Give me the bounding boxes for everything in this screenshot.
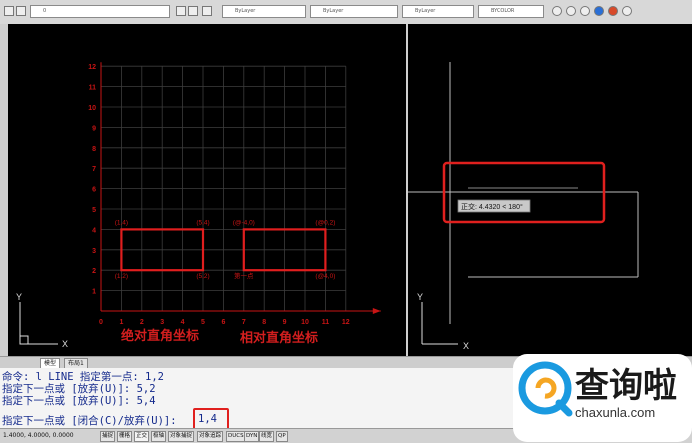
lineweight-value: ByLayer [415, 8, 436, 14]
x-tick-label: 7 [242, 319, 246, 326]
x-tick-label: 5 [201, 319, 205, 326]
coordinate-readout: 1.4000, 4.0000, 0.0000 [3, 432, 74, 439]
grid-toggle[interactable]: 栅格 [117, 431, 133, 442]
zoom-previous-icon[interactable] [580, 6, 590, 16]
lineweight-toggle[interactable]: 线宽 [259, 431, 275, 442]
plotstyle-dropdown[interactable]: BYCOLOR [478, 5, 544, 18]
y-tick-label: 11 [89, 85, 97, 92]
osnap-toggle[interactable]: 对象捕捉 [168, 431, 195, 442]
point-label: (1,4) [115, 219, 128, 226]
ucs-right-x-label: X [463, 341, 469, 351]
ortho-tracking-drawing: 正交: 4.4320 < 180° Y X [408, 62, 639, 351]
y-tick-label: 6 [92, 187, 96, 194]
x-tick-label: 3 [160, 319, 164, 326]
zoom-realtime-icon[interactable] [552, 6, 562, 16]
x-tick-label: 12 [342, 319, 350, 326]
plotstyle-value: BYCOLOR [491, 8, 515, 14]
command-prompt: 指定下一点或 [闭合(C)/放弃(U)]: [2, 415, 177, 427]
grid-lines [101, 65, 347, 311]
ducs-toggle[interactable]: DUCS [226, 431, 246, 442]
materials-icon[interactable] [608, 6, 618, 16]
y-tick-label: 8 [92, 146, 96, 153]
layer-value: 0 [43, 8, 47, 14]
ucs-icon-left: Y X [16, 292, 68, 349]
y-tick-label: 12 [88, 64, 96, 71]
y-tick-label: 1 [92, 289, 96, 296]
watermark-logo: 查询啦 chaxunla.com [513, 354, 692, 442]
watermark-title: 查询啦 [575, 367, 677, 405]
x-tick-label: 2 [140, 319, 144, 326]
absolute-caption: 绝对直角坐标 [121, 328, 199, 343]
x-tick-label: 4 [181, 319, 185, 326]
y-tick-label: 2 [92, 268, 96, 275]
point-label: (@-4,0) [233, 219, 255, 226]
y-tick-label: 10 [88, 105, 96, 112]
x-tick-label: 1 [119, 319, 123, 326]
x-tick-label: 10 [301, 319, 309, 326]
y-tick-label: 3 [92, 248, 96, 255]
ortho-toggle[interactable]: 正交 [134, 431, 150, 442]
y-tick-label: 7 [92, 166, 96, 173]
qp-toggle[interactable]: QP [276, 431, 288, 442]
color-dropdown[interactable]: ByLayer [222, 5, 306, 18]
relative-caption: 相对直角坐标 [240, 330, 318, 345]
render-icon[interactable] [594, 6, 604, 16]
x-tick-label: 9 [283, 319, 287, 326]
make-current-icon[interactable] [176, 6, 186, 16]
y-tick-label: 5 [92, 207, 96, 214]
ucs-icon-right: Y X [417, 292, 469, 351]
linetype-dropdown[interactable]: ByLayer [310, 5, 398, 18]
point-label: (@4,0) [315, 273, 335, 280]
point-label: 第一点 [234, 271, 254, 280]
color-value: ByLayer [235, 8, 256, 14]
ucs-x-label: X [62, 339, 68, 349]
x-axis-arrow [372, 308, 381, 314]
point-label: (1,2) [115, 273, 128, 280]
layer-manager-icon[interactable] [4, 6, 14, 16]
properties-toolbar: 0 ByLayer ByLayer ByLayer BYCOLOR [0, 0, 692, 25]
point-label: (@0,2) [315, 219, 335, 226]
point-label: (5,4) [196, 219, 209, 226]
x-tick-label: 8 [262, 319, 266, 326]
x-tick-label: 0 [99, 319, 103, 326]
ucs-y-label: Y [16, 292, 22, 302]
axis-tick-labels: 0 1 2 3 4 5 6 7 8 9 10 11 12123456789101112 [88, 64, 350, 326]
x-tick-label: 6 [221, 319, 225, 326]
properties-icon[interactable] [622, 6, 632, 16]
ucs-right-y-label: Y [417, 292, 423, 302]
linetype-value: ByLayer [323, 8, 344, 14]
match-layer-icon[interactable] [202, 6, 212, 16]
zoom-window-icon[interactable] [566, 6, 576, 16]
model-viewport-left[interactable]: 0 1 2 3 4 5 6 7 8 9 10 11 12 1 2 3 4 5 6 7 8 9 10 11 12 (1,4) (5,… [8, 24, 406, 356]
x-tick-label: 11 [322, 319, 330, 326]
coordinate-grid-drawing: 0 1 2 3 4 5 6 7 8 9 10 11 12123456789101112 (1,4) (5,… [16, 62, 381, 349]
dyn-toggle[interactable]: DYN [244, 431, 260, 442]
otrack-toggle[interactable]: 对象追踪 [197, 431, 224, 442]
watermark-url: chaxunla.com [575, 405, 655, 420]
layer-state-icon[interactable] [16, 6, 26, 16]
point-label: (5,2) [196, 273, 209, 280]
layer-dropdown[interactable]: 0 [30, 5, 170, 18]
snap-toggle[interactable]: 捕捉 [100, 431, 116, 442]
command-history-line: 指定下一点或 [放弃(U)]: 5,4 [2, 395, 156, 407]
layer-previous-icon[interactable] [188, 6, 198, 16]
model-viewport-right[interactable]: 正交: 4.4320 < 180° Y X [408, 24, 692, 356]
y-tick-label: 9 [92, 125, 96, 132]
y-tick-label: 4 [92, 227, 96, 234]
tooltip-text: 正交: 4.4320 < 180° [461, 202, 523, 211]
lineweight-dropdown[interactable]: ByLayer [402, 5, 474, 18]
polar-toggle[interactable]: 极轴 [151, 431, 167, 442]
